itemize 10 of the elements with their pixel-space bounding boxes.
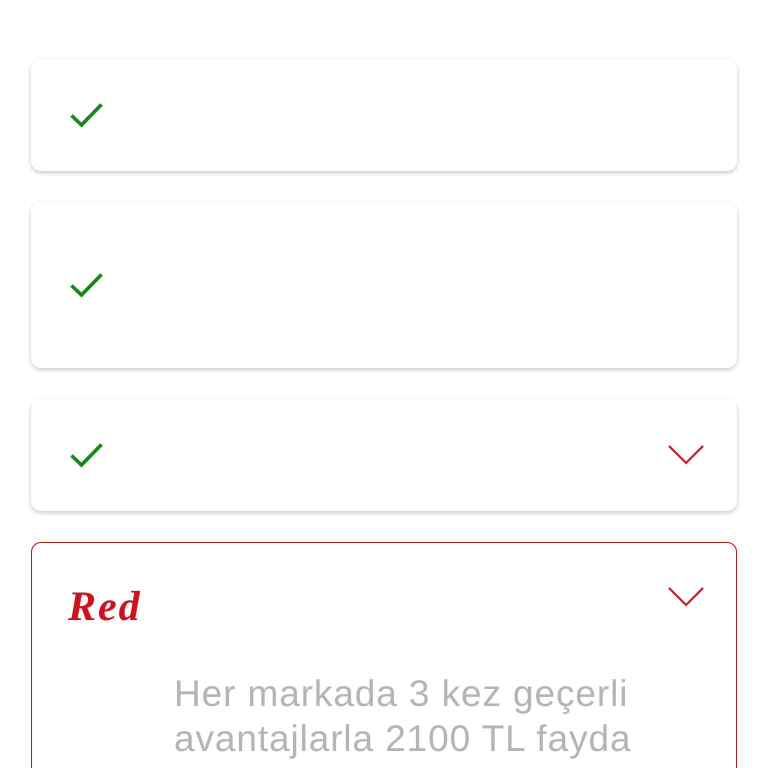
chevron-down-icon[interactable]: [668, 587, 704, 607]
check-icon: [70, 272, 103, 298]
offer-card[interactable]: [31, 59, 737, 171]
offer-card[interactable]: Red Her markada 3 kez geçerli avantajlarla 2100 TL fayda: [31, 542, 737, 768]
offer-card[interactable]: [31, 202, 737, 368]
check-icon: [70, 102, 103, 128]
check-icon: [70, 442, 103, 468]
offer-description: Her markada 3 kez geçerli avantajlarla 2100 TL fayda: [174, 672, 632, 761]
chevron-down-icon[interactable]: [668, 445, 704, 465]
brand-logo: Red: [68, 585, 142, 629]
